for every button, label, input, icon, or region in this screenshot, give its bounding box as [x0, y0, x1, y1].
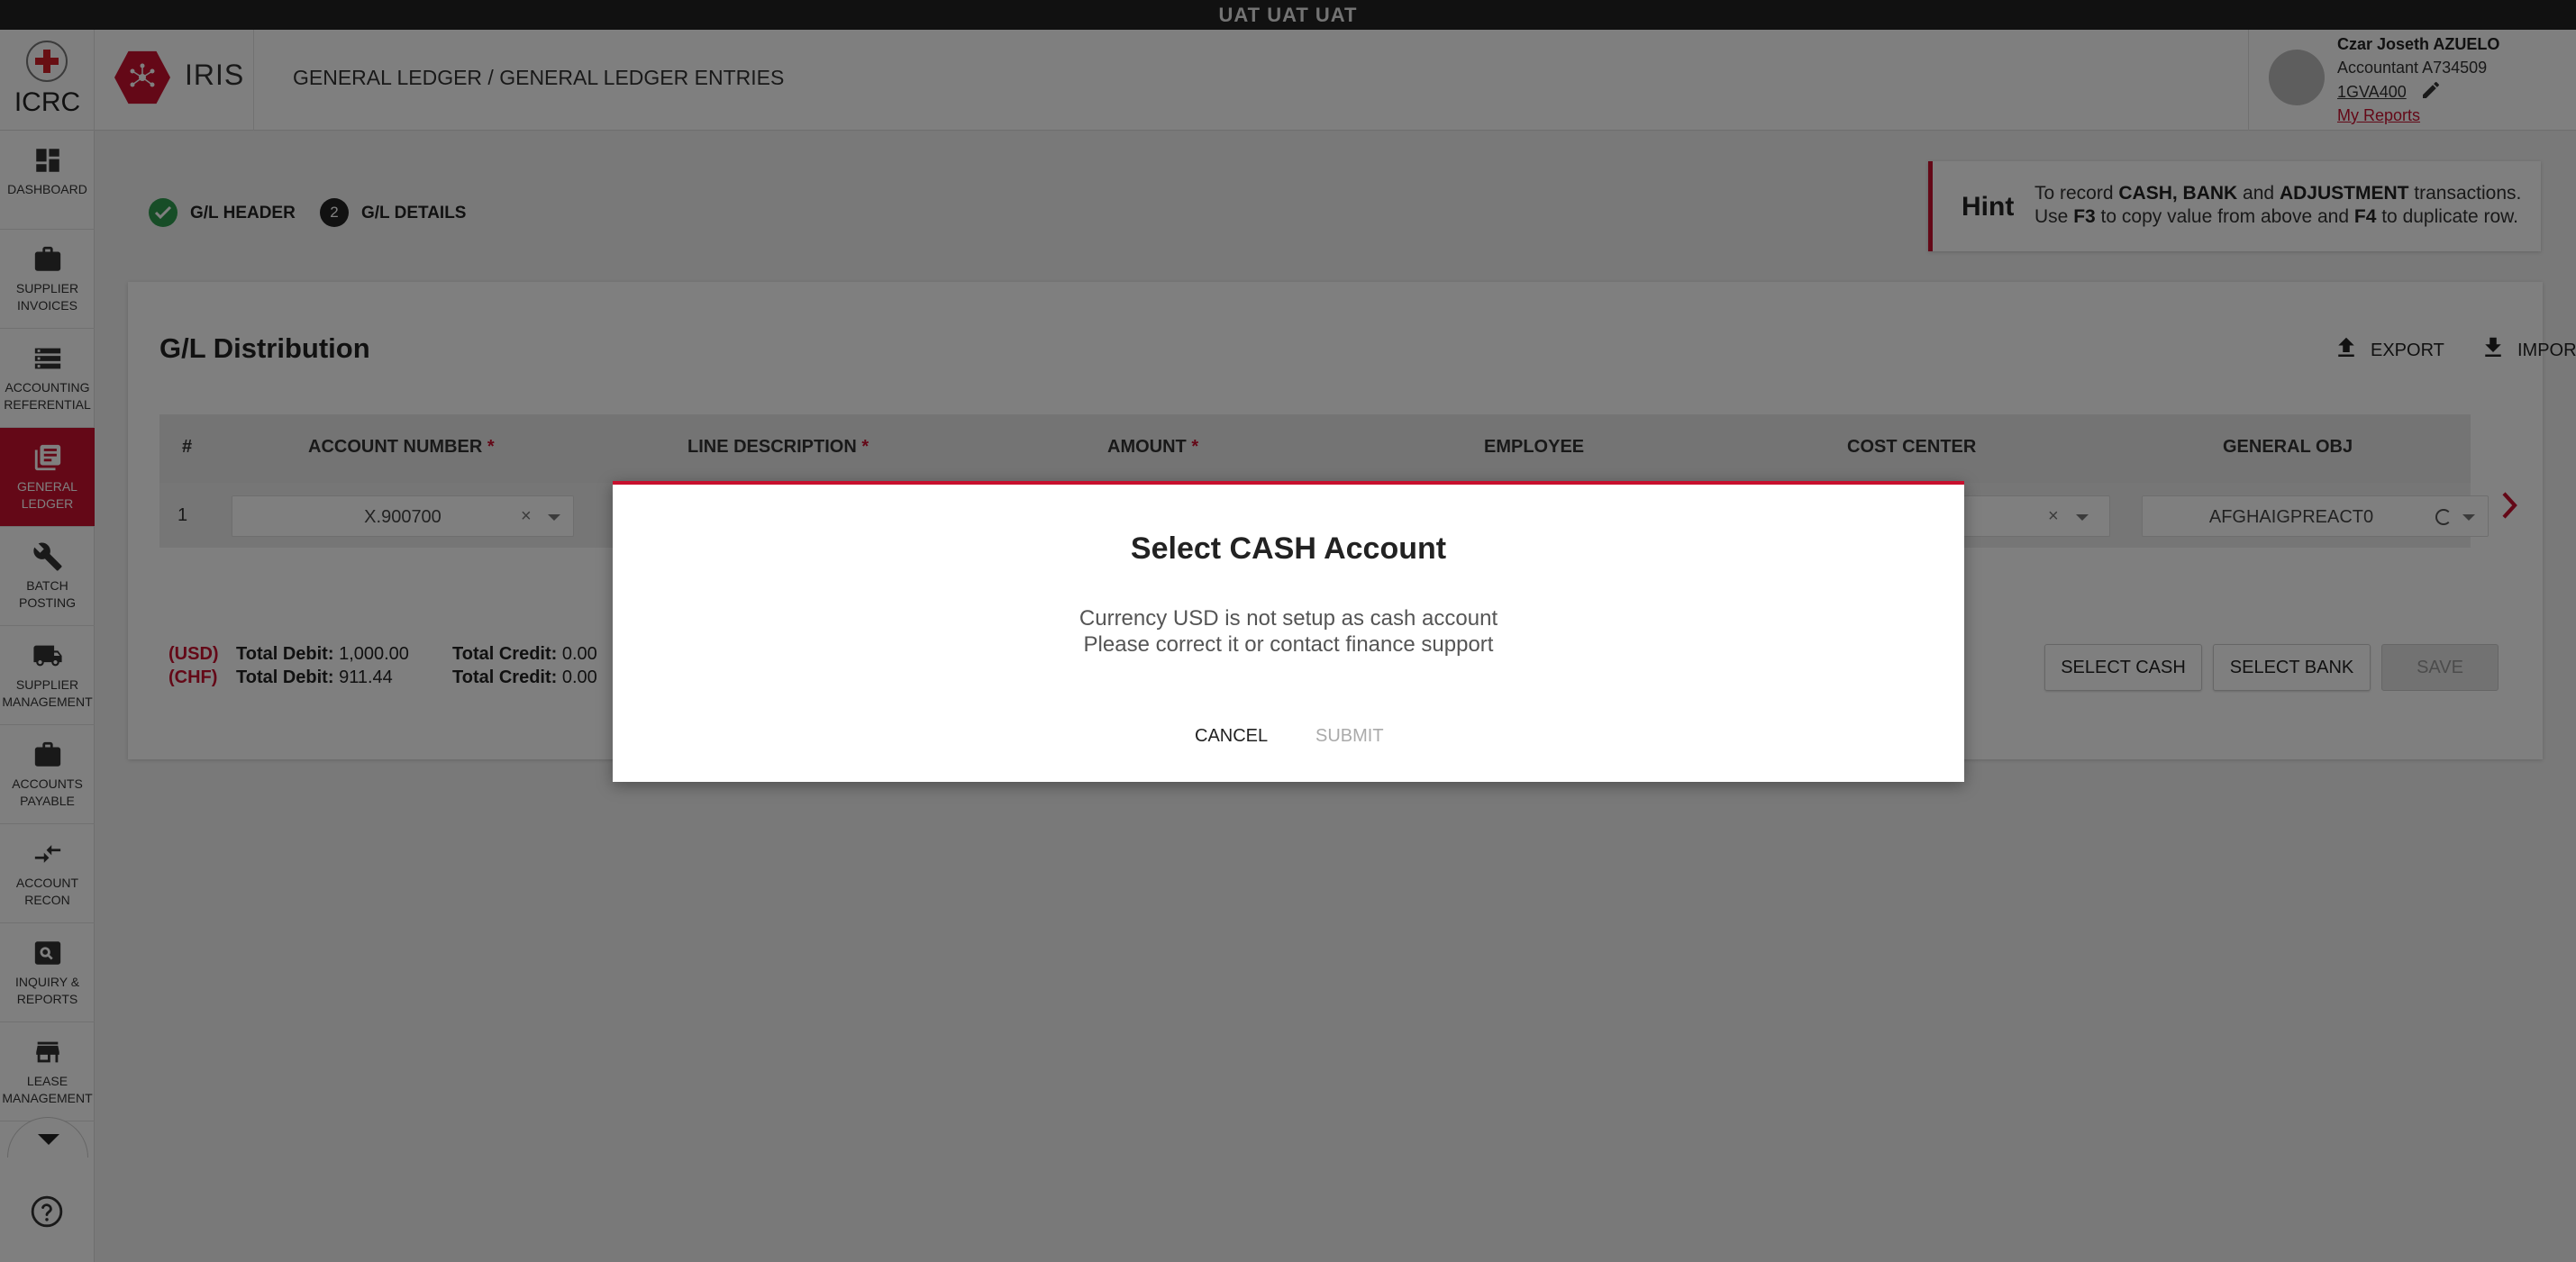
- submit-button[interactable]: SUBMIT: [1315, 726, 1384, 747]
- cancel-button[interactable]: CANCEL: [1195, 726, 1268, 747]
- dialog-message-line-2: Please correct it or contact finance sup…: [1083, 632, 1494, 657]
- select-cash-dialog: Select CASH Account Currency USD is not …: [613, 481, 1964, 782]
- dialog-title: Select CASH Account: [1130, 531, 1447, 566]
- dialog-message-line-1: Currency USD is not setup as cash accoun…: [1079, 606, 1498, 631]
